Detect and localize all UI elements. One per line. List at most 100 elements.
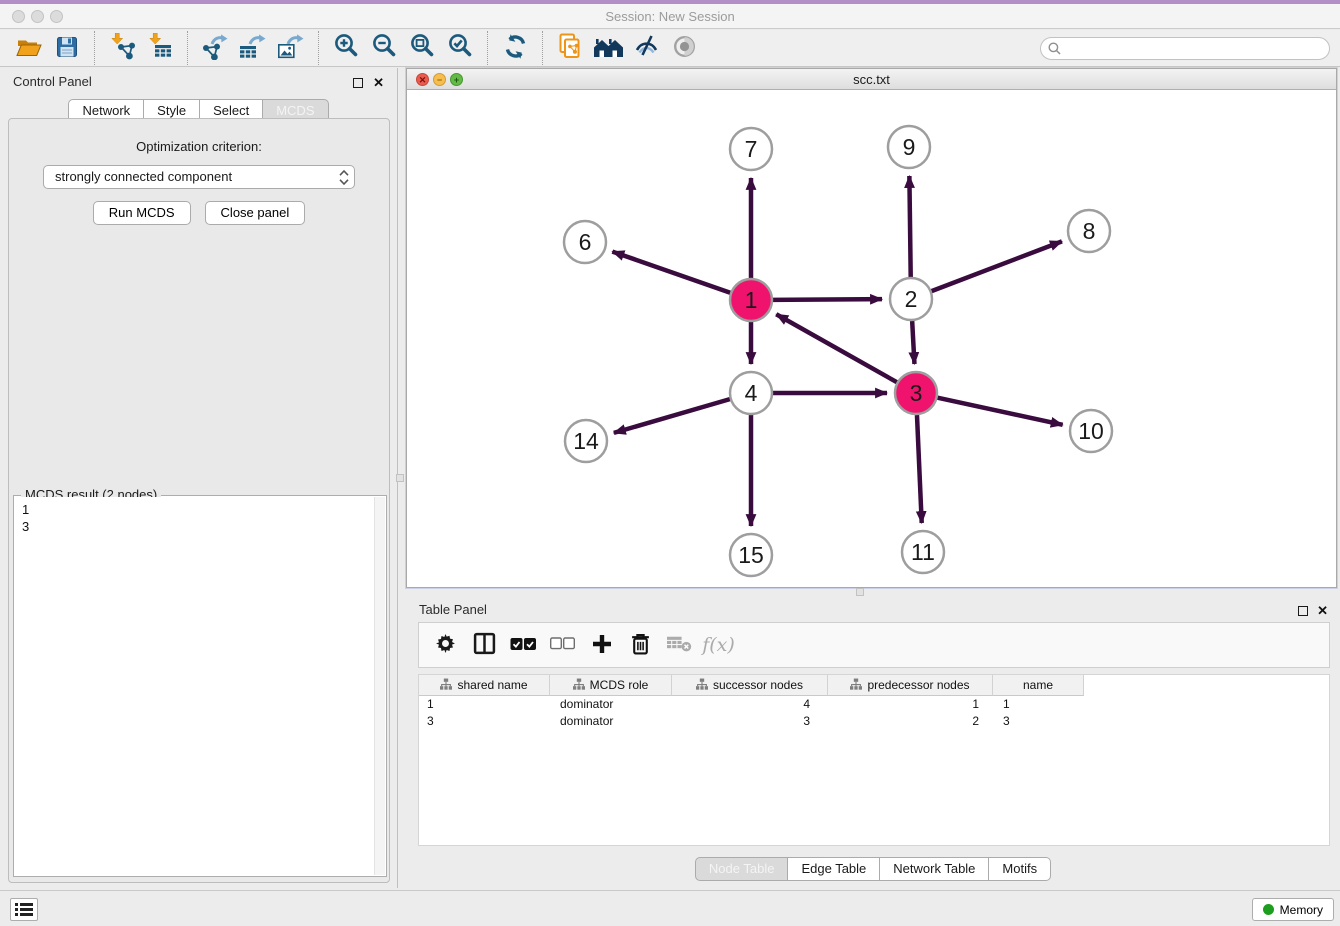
status-bar: Memory — [0, 890, 1340, 926]
refresh-view-icon — [502, 33, 529, 63]
add-column-button[interactable] — [583, 627, 620, 663]
table-cell[interactable]: 4 — [672, 696, 828, 713]
tab-node-table[interactable]: Node Table — [695, 857, 789, 881]
criterion-select[interactable]: strongly connected component — [43, 165, 355, 189]
select-all-columns-button[interactable] — [505, 627, 542, 663]
table-panel: Table Panel ✕ f(x) shared nameMCDS roles… — [406, 596, 1340, 888]
export-network-button[interactable] — [196, 32, 234, 64]
column-header-shared-name[interactable]: shared name — [419, 675, 550, 696]
zoom-selected-button[interactable] — [441, 32, 479, 64]
refresh-view-button[interactable] — [496, 32, 534, 64]
column-header-MCDS-role[interactable]: MCDS role — [550, 675, 672, 696]
vertical-splitter-grip[interactable] — [396, 474, 404, 482]
table-cell[interactable]: 2 — [828, 713, 993, 730]
column-header-name[interactable]: name — [993, 675, 1084, 696]
titlebar: Session: New Session — [0, 4, 1340, 29]
task-history-button[interactable] — [10, 898, 38, 921]
mcds-panel: Optimization criterion: strongly connect… — [8, 118, 390, 883]
export-network-icon — [201, 33, 229, 63]
edge-3-1[interactable] — [776, 314, 897, 382]
column-header-predecessor-nodes[interactable]: predecessor nodes — [828, 675, 993, 696]
table-cell[interactable]: 1 — [993, 696, 1084, 713]
graph-node-label: 14 — [573, 428, 599, 454]
add-column-icon — [592, 634, 612, 657]
column-sort-icon — [850, 678, 862, 693]
edge-2-8[interactable] — [932, 241, 1062, 291]
edge-2-3[interactable] — [912, 321, 914, 364]
delete-table-icon — [667, 635, 692, 655]
table-cell[interactable]: 3 — [672, 713, 828, 730]
edge-1-2[interactable] — [773, 299, 882, 300]
horizontal-splitter-grip[interactable] — [856, 588, 864, 596]
import-network-button[interactable] — [103, 32, 141, 64]
search-box[interactable] — [1040, 37, 1330, 60]
select-all-columns-icon — [510, 637, 537, 654]
table-cell[interactable]: 1 — [419, 696, 550, 713]
settings-gear-button[interactable] — [427, 627, 464, 663]
show-graphics-details-icon — [633, 33, 660, 63]
close-table-panel-icon[interactable]: ✕ — [1317, 603, 1328, 618]
toolbar-separator — [187, 31, 188, 65]
export-table-button[interactable] — [234, 32, 272, 64]
memory-button[interactable]: Memory — [1252, 898, 1334, 921]
graph-node-label: 6 — [579, 229, 592, 255]
save-session-button[interactable] — [48, 32, 86, 64]
import-table-button[interactable] — [141, 32, 179, 64]
table-row[interactable]: 3dominator323 — [419, 713, 1329, 730]
zoom-fit-button[interactable] — [403, 32, 441, 64]
edge-2-9[interactable] — [909, 176, 910, 277]
table-cell[interactable]: dominator — [550, 713, 672, 730]
result-scrollbar[interactable] — [374, 497, 385, 875]
tab-motifs[interactable]: Motifs — [988, 857, 1051, 881]
float-table-panel-icon[interactable] — [1298, 606, 1308, 616]
open-file-button[interactable] — [10, 32, 48, 64]
edge-3-11[interactable] — [917, 415, 922, 523]
zoom-in-button[interactable] — [327, 32, 365, 64]
network-canvas[interactable]: 7968124314101511 — [407, 91, 1336, 587]
column-header-successor-nodes[interactable]: successor nodes — [672, 675, 828, 696]
show-columns-button[interactable] — [466, 627, 503, 663]
mcds-result-line: 3 — [22, 518, 385, 535]
window-title: Session: New Session — [0, 4, 1340, 29]
network-view-window: ✕ − + scc.txt 7968124314101511 — [406, 68, 1337, 588]
table-cell[interactable]: 3 — [993, 713, 1084, 730]
table-cell[interactable]: dominator — [550, 696, 672, 713]
float-panel-icon[interactable] — [353, 78, 363, 88]
control-panel-title: Control Panel — [13, 74, 92, 89]
column-sort-icon — [696, 678, 708, 693]
edge-4-14[interactable] — [614, 399, 730, 433]
search-input[interactable] — [1066, 42, 1316, 56]
tab-network-table[interactable]: Network Table — [879, 857, 989, 881]
run-mcds-button[interactable]: Run MCDS — [93, 201, 191, 225]
unselect-all-columns-button[interactable] — [544, 627, 581, 663]
export-image-button[interactable] — [272, 32, 310, 64]
edge-1-6[interactable] — [612, 252, 730, 293]
column-header-label: successor nodes — [713, 678, 803, 692]
edge-3-10[interactable] — [937, 398, 1062, 425]
main-toolbar — [0, 30, 1340, 67]
first-neighbors-icon — [593, 35, 624, 62]
first-neighbors-button[interactable] — [589, 32, 627, 64]
table-row[interactable]: 1dominator411 — [419, 696, 1329, 713]
mcds-result-area[interactable]: 13 — [15, 497, 385, 875]
toolbar-separator — [318, 31, 319, 65]
application-window: Session: New Session Control Panel ✕ Net… — [0, 0, 1340, 926]
table-cell[interactable]: 1 — [828, 696, 993, 713]
tab-edge-table[interactable]: Edge Table — [787, 857, 880, 881]
close-panel-button[interactable]: Close panel — [205, 201, 306, 225]
table-cell[interactable]: 3 — [419, 713, 550, 730]
delete-columns-icon — [631, 633, 650, 658]
zoom-in-icon — [333, 33, 360, 63]
unselect-all-columns-icon — [550, 637, 575, 653]
function-builder-icon: f(x) — [702, 634, 735, 656]
network-graph[interactable]: 7968124314101511 — [407, 91, 1336, 588]
delete-columns-button[interactable] — [622, 627, 659, 663]
close-panel-icon[interactable]: ✕ — [373, 75, 384, 90]
network-window-titlebar[interactable]: ✕ − + scc.txt — [407, 69, 1336, 90]
select-stepper-icon — [339, 169, 349, 193]
zoom-out-button[interactable] — [365, 32, 403, 64]
table-tabs: Node TableEdge TableNetwork TableMotifs — [406, 857, 1340, 881]
column-header-label: name — [1023, 678, 1053, 692]
clone-network-button[interactable] — [551, 32, 589, 64]
show-graphics-details-button[interactable] — [627, 32, 665, 64]
